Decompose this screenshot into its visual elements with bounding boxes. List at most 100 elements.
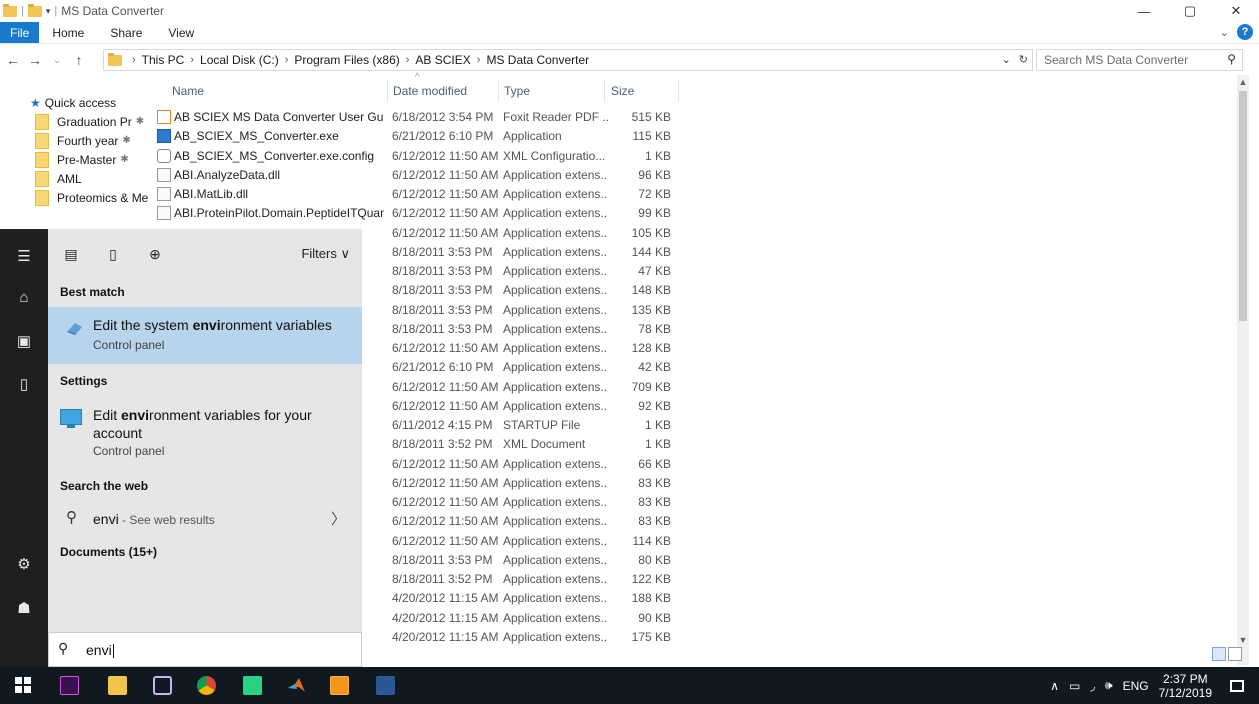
tab-share[interactable]: Share <box>97 22 155 43</box>
file-date: 8/18/2011 3:53 PM <box>392 302 493 317</box>
file-type: Application extens... <box>503 187 608 201</box>
title-bar: | ▾ | MS Data Converter — ▢ ✕ <box>0 0 1259 22</box>
hamburger-menu-icon[interactable]: ☰ <box>0 247 48 265</box>
file-date: 6/12/2012 11:50 AM <box>392 495 499 509</box>
wifi-icon[interactable]: ◞ <box>1090 679 1095 693</box>
file-row[interactable]: AB_SCIEX_MS_Converter.exe.config 6/12/201… <box>150 147 680 166</box>
photoshop-icon[interactable] <box>60 676 79 695</box>
file-row[interactable]: ABI.ProteinPilot.Domain.PeptideITQuant..… <box>150 204 680 223</box>
column-header-size[interactable]: Size <box>611 78 671 104</box>
pycharm-icon[interactable] <box>243 676 262 695</box>
tab-view[interactable]: View <box>155 22 207 43</box>
chrome-icon[interactable] <box>197 676 216 695</box>
search-input[interactable]: Search MS Data Converter ⚲ <box>1036 49 1243 71</box>
file-type: Application extens... <box>503 398 608 413</box>
recent-locations-chevron-icon[interactable]: ⌄ <box>48 55 66 66</box>
customize-toolbar-dropdown-icon[interactable]: ▾ <box>46 6 51 17</box>
help-icon[interactable]: ? <box>1237 24 1253 40</box>
file-date: 6/12/2012 11:50 AM <box>392 379 499 394</box>
file-date: 6/12/2012 11:50 AM <box>392 514 499 529</box>
battery-icon[interactable]: ▭ <box>1069 679 1080 693</box>
file-size: 83 KB <box>638 495 671 509</box>
minimize-button[interactable]: — <box>1121 0 1167 22</box>
file-type: Application extens... <box>503 360 608 375</box>
close-button[interactable]: ✕ <box>1213 0 1259 22</box>
file-type: Application extens... <box>503 264 608 278</box>
folder-icon <box>35 189 49 206</box>
windows-start-icon[interactable] <box>15 677 32 694</box>
filters-dropdown[interactable]: Filters ∨ <box>301 246 350 262</box>
file-date: 6/12/2012 11:50 AM <box>392 206 499 221</box>
nav-quick-access[interactable]: ★ Quick access <box>0 93 150 112</box>
apps-scope-icon[interactable]: ▤ <box>52 246 90 263</box>
nav-item-graduation[interactable]: Graduation Pr ✱ <box>0 112 150 131</box>
details-view-icon[interactable] <box>1212 647 1226 661</box>
chevron-right-icon[interactable]: 〉 <box>331 508 346 529</box>
column-header-type[interactable]: Type <box>504 78 604 104</box>
folder-icon <box>35 151 49 168</box>
nav-item-fourth-year[interactable]: Fourth year ✱ <box>0 131 150 150</box>
best-match-heading: Best match <box>60 285 125 299</box>
documents-scope-icon[interactable]: ▯ <box>94 246 132 263</box>
file-type: Application extens... <box>503 456 608 471</box>
file-type: Application extens... <box>503 533 608 548</box>
word-icon[interactable] <box>376 676 395 695</box>
column-header-date[interactable]: Date modified <box>393 78 498 104</box>
properties-folder-icon[interactable] <box>27 3 42 17</box>
large-icons-view-icon[interactable] <box>1228 647 1242 661</box>
breadcrumb-program-files[interactable]: Program Files (x86) <box>294 53 399 67</box>
expand-ribbon-chevron-icon[interactable]: ⌄ <box>1220 26 1229 39</box>
foxit-icon[interactable] <box>330 676 349 695</box>
vertical-scrollbar[interactable]: ▲ ▼ <box>1237 75 1249 665</box>
recent-apps-icon[interactable]: ▣ <box>0 332 48 350</box>
nav-item-pre-master[interactable]: Pre-Master ✱ <box>0 150 150 169</box>
settings-heading: Settings <box>60 374 108 388</box>
nav-item-aml[interactable]: AML <box>0 169 150 188</box>
breadcrumb-this-pc[interactable]: This PC <box>142 53 185 67</box>
file-date: 8/18/2011 3:52 PM <box>392 437 493 452</box>
pin-icon: ✱ <box>135 116 145 127</box>
phone-icon[interactable]: ▯ <box>0 375 48 393</box>
notifications-icon[interactable] <box>1230 679 1244 692</box>
search-value: envi <box>86 642 112 658</box>
file-size: 1 KB <box>644 418 671 432</box>
home-icon[interactable]: ⌂ <box>0 289 48 306</box>
scroll-up-icon[interactable]: ▲ <box>1237 77 1249 87</box>
breadcrumb-ms-data-converter[interactable]: MS Data Converter <box>486 53 589 67</box>
documents-heading[interactable]: Documents (15+) <box>60 545 157 559</box>
best-match-result[interactable]: Edit the system environment variables Co… <box>48 307 362 364</box>
start-search-input[interactable]: ⚲ envi <box>48 632 362 667</box>
tab-file[interactable]: File <box>0 22 40 43</box>
clock[interactable]: 2:37 PM 7/12/2019 <box>1159 672 1212 700</box>
folder-icon <box>35 113 49 130</box>
web-scope-globe-icon[interactable]: ⊕ <box>136 246 174 263</box>
nav-item-proteomics[interactable]: Proteomics & Me <box>0 188 150 207</box>
web-search-result[interactable]: ⚲ envi - See web results 〉 <box>48 505 362 535</box>
refresh-icon[interactable]: ↻ <box>1019 53 1028 66</box>
file-row[interactable]: AB_SCIEX_MS_Converter.exe 6/21/2012 6:10 … <box>150 127 680 146</box>
column-header-name[interactable]: Name <box>172 78 387 104</box>
breadcrumb-local-disk[interactable]: Local Disk (C:) <box>200 53 279 67</box>
file-explorer-icon[interactable] <box>108 676 127 695</box>
settings-gear-icon[interactable]: ⚙ <box>0 555 48 573</box>
tab-home[interactable]: Home <box>39 22 97 43</box>
address-history-chevron-icon[interactable]: ⌄ <box>1002 53 1011 66</box>
language-indicator[interactable]: ENG <box>1123 679 1149 693</box>
back-arrow-icon[interactable]: ← <box>4 52 22 68</box>
address-bar[interactable]: › This PC › Local Disk (C:) › Program Fi… <box>103 49 1033 71</box>
file-row[interactable]: ABI.AnalyzeData.dll 6/12/2012 11:50 AM App… <box>150 166 680 185</box>
forward-arrow-icon[interactable]: → <box>26 52 44 68</box>
breadcrumb-ab-sciex[interactable]: AB SCIEX <box>415 53 470 67</box>
scroll-down-icon[interactable]: ▼ <box>1237 635 1249 645</box>
matlab-icon[interactable] <box>287 676 306 695</box>
maximize-button[interactable]: ▢ <box>1167 0 1213 22</box>
file-row[interactable]: ABI.MatLib.dll 6/12/2012 11:50 AM Applicat… <box>150 185 680 204</box>
scrollbar-thumb[interactable] <box>1239 91 1247 321</box>
visual-studio-icon[interactable] <box>153 676 172 695</box>
volume-icon[interactable]: 🕪 <box>1105 678 1113 693</box>
feedback-person-icon[interactable]: ☗ <box>0 599 48 617</box>
show-hidden-icons-chevron-icon[interactable]: ∧ <box>1050 679 1059 693</box>
file-row[interactable]: AB SCIEX MS Data Converter User Guide...… <box>150 108 680 127</box>
search-icon[interactable]: ⚲ <box>1227 52 1236 66</box>
up-arrow-icon[interactable]: ↑ <box>70 52 88 68</box>
